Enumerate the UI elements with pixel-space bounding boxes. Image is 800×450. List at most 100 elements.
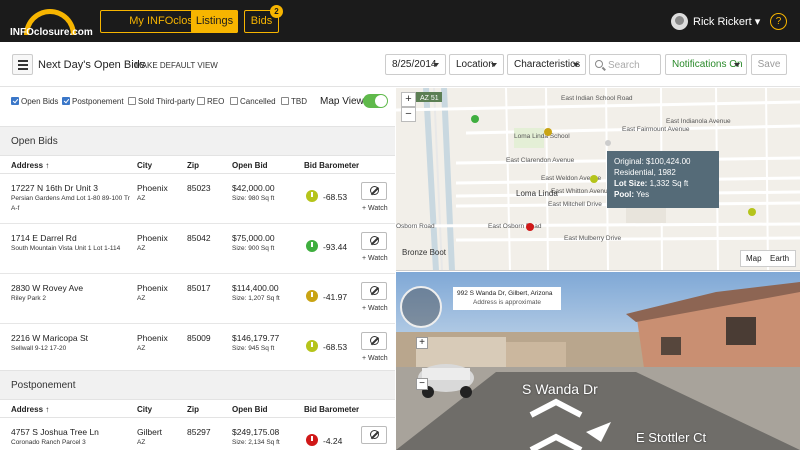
row-address[interactable]: 4757 S Joshua Tree Ln — [11, 427, 99, 437]
row-size: Size: 980 Sq ft — [232, 195, 275, 202]
hide-listing-button[interactable] — [361, 426, 387, 444]
table-row[interactable]: 2830 W Rovey Ave Riley Park 2 Phoenix AZ… — [0, 274, 395, 324]
info-lot-value: 1,332 Sq ft — [649, 179, 689, 188]
table-row[interactable]: 2216 W Maricopa St Sellwall 9-12 17-20 P… — [0, 324, 395, 374]
filter-label: Open Bids — [21, 97, 59, 106]
date-select[interactable]: 8/25/2014 — [385, 54, 446, 75]
row-state: AZ — [137, 439, 146, 446]
row-size: Size: 1,207 Sq ft — [232, 295, 280, 302]
filter-label: Postponement — [72, 97, 124, 106]
save-button[interactable]: Save — [751, 54, 787, 75]
row-legal: Persian Gardens Amd Lot 1-80 89-100 Tr A… — [11, 195, 130, 212]
col-bid-barometer[interactable]: Bid Barometer — [304, 161, 359, 170]
filter-bar: Open Bids Postponement Sold Third-party … — [0, 88, 395, 126]
map-label: East Clarendon Avenue — [506, 157, 575, 164]
map-canvas: AZ 51 East Indian School Road Loma Linda… — [396, 88, 800, 270]
checkbox-icon — [230, 97, 238, 105]
filter-tbd[interactable]: TBD — [281, 97, 307, 106]
watch-link[interactable]: + Watch — [362, 355, 388, 362]
section-header-postponement: Postponement — [0, 370, 395, 400]
row-address[interactable]: 1714 E Darrel Rd — [11, 233, 77, 243]
chevron-down-icon — [491, 63, 497, 67]
filter-sold-third-party[interactable]: Sold Third-party — [128, 97, 195, 106]
map-label-neighborhood: Bronze Boot — [402, 248, 447, 257]
watch-link[interactable]: + Watch — [362, 205, 388, 212]
watch-link[interactable]: + Watch — [362, 305, 388, 312]
hide-listing-button[interactable] — [361, 182, 387, 200]
info-lot-label: Lot Size: — [614, 179, 648, 188]
user-menu[interactable]: Rick Rickert ▾ — [693, 15, 760, 28]
filter-reo[interactable]: REO — [197, 97, 224, 106]
nav-bids[interactable]: Bids 2 — [244, 5, 283, 33]
row-size: Size: 2,134 Sq ft — [232, 439, 280, 446]
map-label-neighborhood: Loma Linda — [516, 189, 558, 198]
section-title: Postponement — [11, 380, 76, 391]
section-header-open-bids: Open Bids — [0, 126, 395, 156]
street-view-zoom-in-button[interactable]: + — [416, 337, 428, 349]
nav-listings[interactable]: Listings — [191, 10, 238, 33]
row-city: Gilbert — [137, 427, 163, 437]
characteristics-select[interactable]: Characteristics — [507, 54, 586, 75]
row-state: AZ — [137, 295, 146, 302]
row-city: Phoenix — [137, 333, 168, 343]
map-zoom-in-button[interactable]: + — [401, 92, 416, 107]
location-select[interactable]: Location — [449, 54, 504, 75]
col-address-sort[interactable]: Address ↑ — [11, 405, 49, 414]
row-state: AZ — [137, 245, 146, 252]
street-view-compass[interactable] — [400, 286, 442, 328]
watch-link[interactable]: + Watch — [362, 255, 388, 262]
filter-open-bids[interactable]: Open Bids — [11, 97, 58, 106]
map-view[interactable]: AZ 51 East Indian School Road Loma Linda… — [396, 88, 800, 271]
street-label-wanda: S Wanda Dr — [522, 381, 598, 397]
map-zoom-out-button[interactable]: − — [401, 107, 416, 122]
checkbox-checked-icon — [11, 97, 19, 105]
table-header: Address ↑ City Zip Open Bid Bid Baromete… — [0, 400, 395, 418]
make-default-view-link[interactable]: MAKE DEFAULT VIEW — [135, 61, 218, 70]
street-view-zoom-out-button[interactable]: − — [416, 378, 428, 390]
col-zip[interactable]: Zip — [187, 405, 199, 414]
notifications-select[interactable]: Notifications On — [665, 54, 747, 75]
table-row[interactable]: 4757 S Joshua Tree Ln Coronado Ranch Par… — [0, 418, 395, 450]
filter-postponement[interactable]: Postponement — [62, 97, 124, 106]
hide-listing-button[interactable] — [361, 282, 387, 300]
list-menu-button[interactable] — [12, 54, 33, 75]
row-barometer-value: -68.53 — [323, 192, 348, 202]
table-row[interactable]: 1714 E Darrel Rd South Mountain Vista Un… — [0, 224, 395, 274]
infoclosure-logo[interactable]: INFOclosure.com — [10, 6, 93, 38]
hide-listing-button[interactable] — [361, 232, 387, 250]
row-address[interactable]: 2216 W Maricopa St — [11, 333, 88, 343]
col-address-sort[interactable]: Address ↑ — [11, 161, 49, 170]
row-barometer-value: -93.44 — [323, 242, 348, 252]
info-pool-label: Pool: — [614, 190, 634, 199]
search-input[interactable] — [608, 57, 658, 73]
map-marker — [590, 175, 598, 183]
row-state: AZ — [137, 195, 146, 202]
listings-panel: Open Bids Postponement Sold Third-party … — [0, 88, 395, 450]
col-city[interactable]: City — [137, 405, 152, 414]
col-open-bid[interactable]: Open Bid — [232, 161, 268, 170]
help-icon[interactable]: ? — [770, 13, 787, 30]
map-view-toggle[interactable] — [363, 94, 388, 108]
row-address[interactable]: 2830 W Rovey Ave — [11, 283, 83, 293]
location-select-label: Location — [456, 59, 494, 70]
date-select-value: 8/25/2014 — [392, 59, 437, 70]
col-open-bid[interactable]: Open Bid — [232, 405, 268, 414]
tab-map[interactable]: Map — [746, 254, 762, 263]
list-icon — [18, 60, 28, 62]
characteristics-select-label: Characteristics — [514, 59, 581, 70]
filter-cancelled[interactable]: Cancelled — [230, 97, 276, 106]
search-field[interactable] — [589, 54, 661, 75]
section-title: Open Bids — [11, 136, 58, 147]
row-state: AZ — [137, 345, 146, 352]
user-avatar[interactable] — [671, 13, 688, 30]
row-address[interactable]: 17227 N 16th Dr Unit 3 — [11, 183, 98, 193]
col-city[interactable]: City — [137, 161, 152, 170]
col-zip[interactable]: Zip — [187, 161, 199, 170]
col-bid-barometer[interactable]: Bid Barometer — [304, 405, 359, 414]
table-row[interactable]: 17227 N 16th Dr Unit 3 Persian Gardens A… — [0, 174, 395, 224]
hide-listing-button[interactable] — [361, 332, 387, 350]
tab-earth[interactable]: Earth — [770, 254, 789, 263]
notifications-label: Notifications On — [672, 59, 743, 70]
page-title: Next Day's Open Bids — [38, 59, 146, 71]
chevron-down-icon — [433, 63, 439, 67]
